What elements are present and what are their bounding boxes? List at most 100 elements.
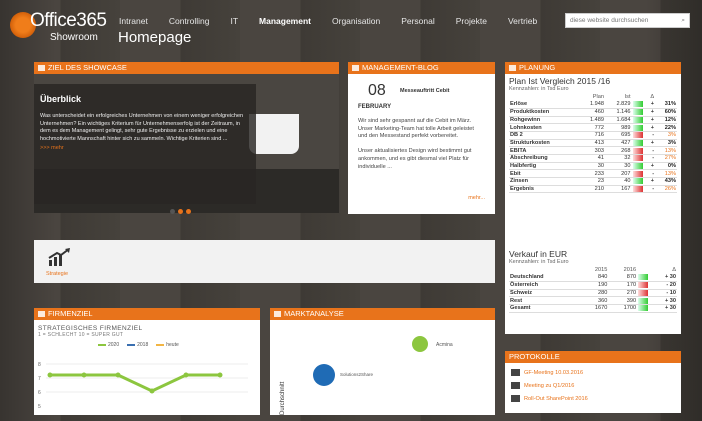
delta-sign: - — [645, 131, 656, 140]
bubble-solutions2share[interactable] — [313, 364, 335, 386]
slider-dot[interactable] — [186, 209, 191, 214]
planung-title: Plan Ist Vergleich 2015 /16 — [509, 76, 611, 86]
verkauf-row: Schweiz 280 270 - 10 — [509, 289, 677, 298]
value-2016: 1700 — [608, 304, 638, 313]
blog-more-link[interactable]: mehr... — [468, 195, 485, 201]
row-label: Österreich — [509, 281, 580, 290]
legend-2018: 2018 — [127, 342, 148, 348]
row-label: Zinsen — [509, 177, 579, 186]
delta-bar — [631, 123, 646, 132]
growth-chart-icon — [48, 248, 70, 266]
planung-subtitle: Kennzahlen: in Tsd Euro — [509, 86, 569, 92]
delta-sign: + — [645, 123, 656, 132]
legend-heute: heute — [156, 342, 179, 348]
planung-header-label: PLANUNG — [519, 63, 556, 72]
delta-bar — [637, 281, 652, 290]
nav-vertrieb[interactable]: Vertrieb — [508, 16, 537, 26]
col-2015: 2015 — [594, 266, 608, 273]
bubble-acmina[interactable] — [412, 336, 428, 352]
legend-2018-label: 2018 — [137, 342, 149, 348]
delta-sign: - — [645, 146, 656, 155]
strategie-label: Strategie — [46, 271, 69, 277]
search-input[interactable]: diese website durchsuchen ⌕ — [565, 13, 690, 28]
delta-bar — [631, 139, 646, 148]
delta-bar-fill — [638, 305, 649, 312]
delta-percent: 43% — [655, 177, 677, 186]
protokolle-body: GF-Meeting 10.03.2016 Meeting zu Q1/2016… — [505, 363, 681, 413]
verkauf-row: Gesamt 1670 1700 + 30 — [509, 304, 677, 313]
delta-bar — [637, 273, 652, 282]
nav-personal[interactable]: Personal — [401, 16, 435, 26]
protokoll-item[interactable]: GF-Meeting 10.03.2016 — [511, 366, 675, 379]
delta-bar-fill — [632, 124, 643, 131]
value-2016: 390 — [608, 296, 638, 305]
nav-organisation[interactable]: Organisation — [332, 16, 380, 26]
row-label: EBITA — [509, 146, 579, 155]
delta-bar — [631, 146, 646, 155]
delta-percent: 12% — [655, 116, 677, 125]
row-label: Deutschland — [509, 273, 580, 282]
blog-post-text: Wir sind sehr gespannt auf die Cebit im … — [358, 118, 474, 170]
protokoll-item[interactable]: Roll-Out SharePoint 2016 — [511, 392, 675, 405]
blog-post-title[interactable]: Messeauftritt Cebit — [400, 88, 450, 94]
protokoll-item[interactable]: Meeting zu Q1/2016 — [511, 379, 675, 392]
showcase-title: Überblick — [40, 94, 82, 104]
value-2015: 360 — [579, 296, 609, 305]
ist-value: 30 — [604, 162, 632, 171]
blog-header-label: MANAGEMENT-BLOG — [362, 63, 439, 72]
col-2016: 2016 — [623, 266, 637, 273]
col-ist: Ist — [624, 93, 631, 100]
plan-value: 303 — [578, 146, 605, 155]
row-label: Produktkosten — [509, 108, 579, 117]
delta-sign: - — [645, 154, 656, 163]
slider-dot[interactable] — [170, 209, 175, 214]
value-2015: 1670 — [579, 304, 609, 313]
marktanalyse-body: Acmina Solutions2Share Durchschnitt — [270, 320, 495, 415]
delta-sign: - — [645, 169, 656, 179]
value-2016: 270 — [608, 289, 638, 298]
protokolle-header-label: PROTOKOLLE — [509, 352, 560, 361]
nav-management[interactable]: Management — [259, 16, 311, 26]
protokoll-link[interactable]: GF-Meeting 10.03.2016 — [524, 370, 583, 376]
value-2015: 280 — [579, 289, 609, 298]
strategie-tile[interactable]: Strategie — [34, 240, 495, 283]
showcase-more-link[interactable]: >>> mehr — [40, 145, 250, 151]
protokolle-header: PROTOKOLLE — [505, 351, 681, 363]
row-label: Halbfertig — [509, 162, 579, 171]
nav-projekte[interactable]: Projekte — [456, 16, 487, 26]
delta-bar-fill — [638, 289, 649, 296]
site-logo[interactable]: Office365 Showroom — [10, 6, 115, 46]
y-tick: 6 — [38, 390, 41, 396]
delta-percent: 22% — [655, 123, 677, 132]
data-point — [217, 372, 223, 378]
plan-value: 1.489 — [578, 116, 605, 125]
delta-bar — [637, 289, 652, 298]
plan-row: Rohgewinn 1.489 1.684 + 12% — [509, 116, 677, 125]
y-tick: 7 — [38, 376, 41, 382]
page-title: Homepage — [118, 29, 192, 46]
legend-2020-label: 2020 — [108, 342, 120, 348]
plan-ist-table: Plan Ist Δ Erlöse 1.948 2.829 + 31% Produkt… — [509, 93, 677, 194]
delta-bar-fill — [632, 178, 643, 185]
plan-row: Ebit 233 207 - 13% — [509, 169, 677, 179]
col-plan: Plan — [592, 93, 604, 100]
nav-controlling[interactable]: Controlling — [169, 16, 210, 26]
plan-row: Erlöse 1.948 2.829 + 31% — [509, 100, 677, 109]
nav-intranet[interactable]: Intranet — [119, 16, 148, 26]
firmenziel-header-label: FIRMENZIEL — [48, 309, 93, 318]
search-icon[interactable]: ⌕ — [681, 17, 685, 25]
document-icon — [511, 395, 520, 402]
protokoll-link[interactable]: Meeting zu Q1/2016 — [524, 383, 574, 389]
slider-dot[interactable] — [178, 209, 183, 214]
nav-it[interactable]: IT — [230, 16, 238, 26]
verkauf-title: Verkauf in EUR — [509, 249, 568, 259]
series-line-2020 — [50, 373, 220, 393]
delta-sign: - — [645, 185, 656, 194]
delta-bar — [631, 162, 646, 171]
data-point — [81, 372, 87, 378]
protokoll-link[interactable]: Roll-Out SharePoint 2016 — [524, 396, 588, 402]
delta-bar-fill — [632, 139, 643, 146]
delta-value: + 30 — [651, 304, 677, 313]
ist-value: 2.829 — [604, 100, 632, 109]
blog-day: 08 — [368, 82, 386, 99]
